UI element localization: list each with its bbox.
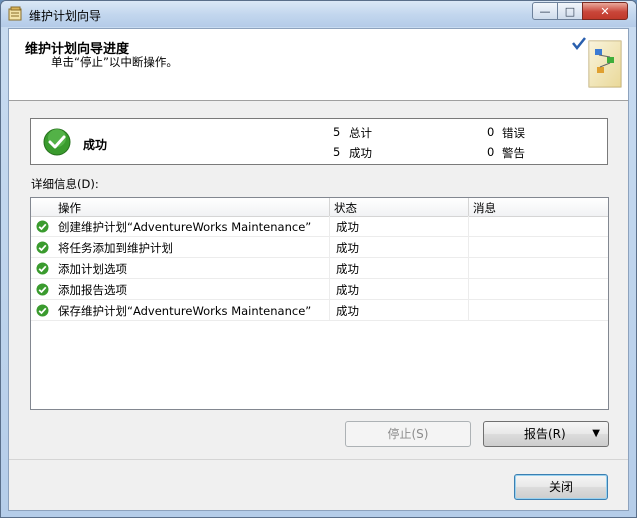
cell-divider [468,279,469,300]
wizard-banner-icon [572,37,622,88]
column-divider[interactable] [468,198,469,216]
success-count: 5 [333,145,341,159]
maximize-button[interactable]: □ [557,2,583,20]
wizard-window: 维护计划向导 — □ ✕ 维护计划向导进度 单击“停止”以中断操作。 成功 5 … [0,0,637,518]
total-label: 总计 [349,126,372,140]
success-check-icon [36,220,49,233]
footer-divider [9,459,628,460]
column-header-message[interactable]: 消息 [473,200,496,216]
cell-divider [468,237,469,258]
success-check-icon [36,283,49,296]
row-operation: 创建维护计划“AdventureWorks Maintenance” [58,220,312,234]
close-icon: ✕ [600,4,610,18]
title-bar[interactable]: 维护计划向导 — □ ✕ [1,1,636,27]
cell-divider [329,237,330,258]
wizard-header: 维护计划向导进度 单击“停止”以中断操作。 [9,29,628,101]
table-row[interactable]: 添加报告选项 成功 [31,279,608,300]
dropdown-arrow-icon: ▼ [592,428,600,439]
page-subtitle: 单击“停止”以中断操作。 [51,55,178,69]
success-check-icon [43,128,71,156]
row-operation: 添加计划选项 [58,262,127,276]
row-operation: 将任务添加到维护计划 [58,241,173,255]
column-header-operation[interactable]: 操作 [58,200,81,216]
report-button-label: 报告(R) [524,427,566,441]
table-row[interactable]: 添加计划选项 成功 [31,258,608,279]
table-row[interactable]: 将任务添加到维护计划 成功 [31,237,608,258]
cell-divider [468,216,469,237]
minimize-icon: — [539,4,551,18]
table-row[interactable]: 创建维护计划“AdventureWorks Maintenance” 成功 [31,216,608,237]
details-grid[interactable]: 操作 状态 消息 创建维护计划“AdventureWorks Maintenan… [30,197,609,410]
close-button[interactable]: 关闭 [514,474,608,500]
report-button[interactable]: 报告(R) ▼ [483,421,609,447]
success-check-icon [36,262,49,275]
row-status: 成功 [336,220,359,234]
details-label: 详细信息(D): [31,177,99,191]
wizard-app-icon [8,6,22,21]
window-title: 维护计划向导 [29,9,102,23]
row-operation: 保存维护计划“AdventureWorks Maintenance” [58,304,312,318]
close-window-button[interactable]: ✕ [582,2,628,20]
success-label: 成功 [349,146,372,160]
maximize-icon: □ [564,4,576,18]
cell-divider [329,258,330,279]
error-label: 错误 [502,126,525,140]
cell-divider [468,258,469,279]
error-count: 0 [487,125,495,139]
stop-button[interactable]: 停止(S) [345,421,471,447]
cell-divider [329,279,330,300]
column-header-status[interactable]: 状态 [334,200,357,216]
cell-divider [329,216,330,237]
summary-panel: 成功 5 总计 5 成功 0 错误 0 警告 [30,118,608,165]
cell-divider [329,300,330,321]
row-operation: 添加报告选项 [58,283,127,297]
grid-header: 操作 状态 消息 [31,198,608,217]
column-divider[interactable] [329,198,330,216]
overall-status: 成功 [83,138,108,152]
warning-count: 0 [487,145,495,159]
row-status: 成功 [336,283,359,297]
success-check-icon [36,241,49,254]
row-status: 成功 [336,262,359,276]
row-status: 成功 [336,304,359,318]
warning-label: 警告 [502,146,525,160]
dialog-client-area: 维护计划向导进度 单击“停止”以中断操作。 成功 5 总计 5 成功 0 错误 … [8,28,629,511]
row-status: 成功 [336,241,359,255]
cell-divider [468,300,469,321]
table-row[interactable]: 保存维护计划“AdventureWorks Maintenance” 成功 [31,300,608,321]
total-count: 5 [333,125,341,139]
success-check-icon [36,304,49,317]
minimize-button[interactable]: — [532,2,558,20]
